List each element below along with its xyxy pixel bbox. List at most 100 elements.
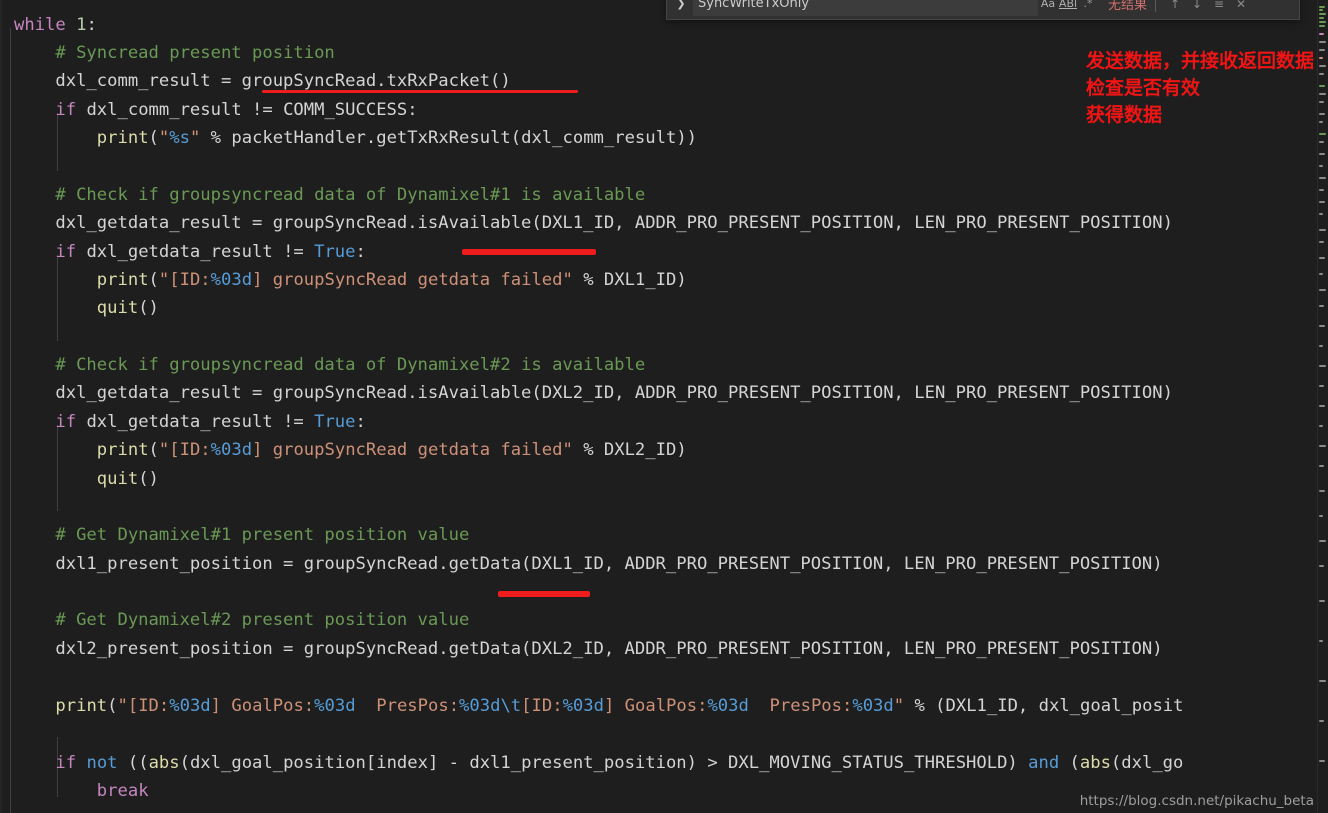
code-token: # Check if groupsyncread data of Dynamix…	[14, 355, 646, 375]
code-token: % packetHandler.getTxRxResult(dxl_comm_r…	[200, 128, 698, 148]
find-input[interactable]: SyncWriteTxOnly	[693, 0, 1038, 16]
code-token: print	[96, 440, 149, 460]
code-token: % (DXL1_ID, dxl_goal_posit	[904, 696, 1184, 716]
code-token: abs	[1079, 753, 1111, 773]
code-token: ] GoalPos:	[210, 696, 315, 716]
code-token: %03d	[210, 440, 253, 460]
code-line: print("[ID:%03d] groupSyncRead getdata f…	[0, 266, 687, 294]
minimap-mark	[1319, 345, 1323, 347]
code-token: dxl2_present_position = groupSyncRead.ge…	[14, 639, 1163, 659]
minimap-mark	[1319, 85, 1325, 87]
code-token: %03d	[169, 696, 211, 716]
chevron-right-icon[interactable]: ❯	[673, 0, 689, 19]
minimap-mark	[1319, 565, 1324, 567]
code-token: print	[55, 696, 108, 716]
code-line: if dxl_getdata_result != True:	[0, 408, 366, 436]
annotation-underline	[498, 591, 590, 597]
code-token: break	[96, 781, 149, 801]
code-token: "	[158, 128, 170, 148]
minimap-mark	[1319, 600, 1325, 602]
whole-word-icon[interactable]: ABl	[1058, 0, 1078, 14]
minimap[interactable]	[1318, 0, 1328, 813]
code-token: (	[107, 696, 118, 716]
minimap-mark	[1319, 241, 1324, 243]
minimap-mark	[1319, 425, 1323, 427]
code-line: dxl2_present_position = groupSyncRead.ge…	[0, 635, 1163, 663]
code-token: ] groupSyncRead getdata failed"	[252, 270, 573, 290]
watermark-url: https://blog.csdn.net/pikachu_beta	[1079, 793, 1314, 809]
minimap-mark	[1319, 640, 1323, 642]
code-line: break	[0, 777, 149, 805]
code-line: quit()	[0, 294, 159, 322]
code-token: quit	[96, 298, 139, 318]
code-token: PresPos:	[748, 696, 853, 716]
minimap-mark	[1319, 490, 1325, 492]
code-token: while	[14, 15, 77, 35]
code-token: %03d	[459, 696, 501, 716]
code-token: dxl_comm_result = groupSyncRead.txRxPack…	[14, 71, 511, 91]
code-line: if dxl_comm_result != COMM_SUCCESS:	[0, 96, 417, 124]
code-token: if	[55, 412, 77, 432]
minimap-mark	[1319, 65, 1326, 67]
code-token: PresPos:	[355, 696, 460, 716]
regex-icon[interactable]: .*	[1078, 0, 1098, 14]
minimap-mark	[1319, 365, 1326, 367]
code-token: quit	[96, 469, 139, 489]
minimap-mark	[1319, 73, 1324, 75]
code-line: # Syncread present position	[0, 39, 334, 67]
minimap-mark	[1319, 445, 1326, 447]
code-line: if not ((abs(dxl_goal_position[index] - …	[0, 749, 1183, 777]
find-select-all-icon[interactable]: ≡	[1208, 0, 1230, 15]
code-token: (dxl_goal_position[index] - dxl1_present…	[179, 753, 1029, 773]
code-line: while 1:	[0, 11, 97, 39]
minimap-mark	[1319, 515, 1323, 517]
code-token: :	[86, 15, 97, 35]
minimap-mark	[1319, 33, 1324, 35]
code-token: %03d	[852, 696, 894, 716]
minimap-mark	[1319, 720, 1324, 722]
annotation-underline	[462, 249, 596, 255]
minimap-mark	[1319, 13, 1326, 15]
code-token: (	[148, 128, 159, 148]
annotation-underline	[262, 90, 578, 93]
code-token: "[ID:	[158, 440, 211, 460]
find-previous-icon[interactable]: ↑	[1164, 0, 1186, 15]
code-token: dxl_getdata_result !=	[76, 242, 315, 262]
match-case-icon[interactable]: Aa	[1038, 0, 1058, 14]
code-token: "[ID:	[158, 270, 211, 290]
code-editor[interactable]: while 1: # Syncread present position dxl…	[0, 0, 1328, 813]
code-token: (dxl_go	[1110, 753, 1184, 773]
minimap-mark	[1319, 121, 1323, 123]
minimap-mark	[1319, 21, 1326, 23]
code-token: True	[314, 412, 356, 432]
minimap-mark	[1319, 141, 1324, 143]
code-token: abs	[148, 753, 180, 773]
code-token: %s	[169, 128, 190, 148]
code-token: :	[355, 412, 366, 432]
code-token: %03d	[210, 270, 253, 290]
code-token: % DXL2_ID)	[572, 440, 687, 460]
find-next-icon[interactable]: ↓	[1186, 0, 1208, 15]
find-close-icon[interactable]: ✕	[1230, 0, 1252, 15]
code-line: dxl_getdata_result = groupSyncRead.isAva…	[0, 379, 1173, 407]
code-token: if	[55, 100, 77, 120]
find-widget[interactable]: ❯ SyncWriteTxOnly Aa ABl .* 无结果 ↑ ↓ ≡ ✕	[666, 0, 1300, 20]
minimap-mark	[1319, 133, 1326, 135]
minimap-mark	[1319, 113, 1325, 115]
code-line: if dxl_getdata_result != True:	[0, 238, 365, 266]
minimap-mark	[1319, 17, 1324, 19]
code-token: \t	[500, 696, 522, 716]
code-token: and	[1028, 753, 1060, 773]
